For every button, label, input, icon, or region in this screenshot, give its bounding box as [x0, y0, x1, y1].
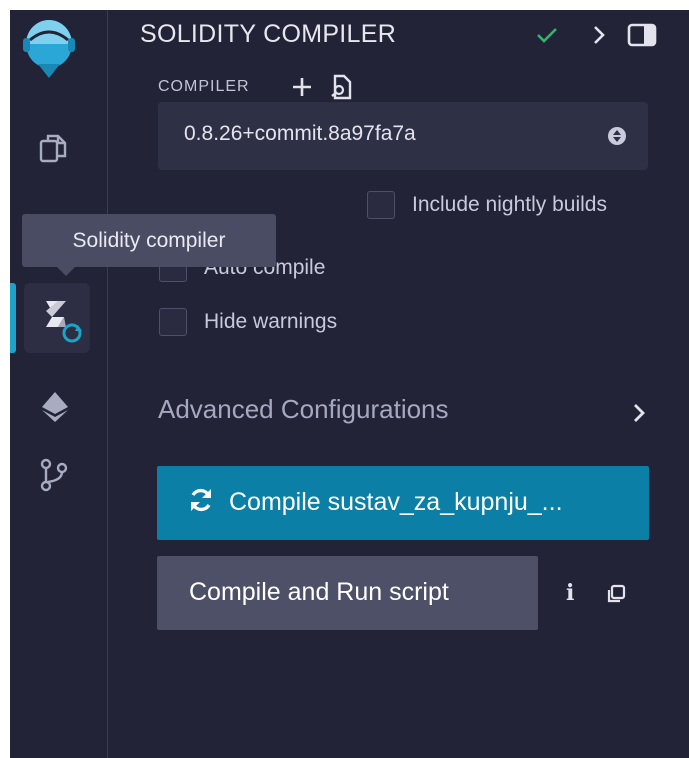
- solidity-compiler-icon: [46, 301, 82, 343]
- refresh-icon: [191, 488, 211, 512]
- compile-and-run-button[interactable]: Compile and Run script: [157, 556, 538, 630]
- advanced-configurations-toggle[interactable]: Advanced Configurations: [158, 394, 449, 425]
- hide-warnings-checkbox[interactable]: [159, 308, 187, 336]
- copy-icon[interactable]: [606, 584, 626, 604]
- tooltip-arrow: [56, 266, 76, 276]
- include-nightly-checkbox[interactable]: [367, 191, 395, 219]
- sidebar-item-solidity-compiler[interactable]: [24, 283, 90, 353]
- remix-logo-icon[interactable]: [20, 16, 78, 80]
- compiler-version-select[interactable]: 0.8.26+commit.8a97fa7a: [158, 102, 648, 170]
- chevron-right-icon[interactable]: [592, 24, 606, 46]
- plus-icon[interactable]: [291, 76, 313, 98]
- chevron-right-icon[interactable]: [632, 402, 646, 424]
- compile-button-label: Compile sustav_za_kupnju_...: [229, 488, 563, 516]
- compile-and-run-label: Compile and Run script: [189, 578, 449, 606]
- check-icon: [537, 28, 557, 43]
- git-icon[interactable]: [38, 458, 70, 492]
- remix-app: Solidity compiler SOLIDITY COMPILER COMP…: [10, 10, 689, 758]
- file-explorer-icon[interactable]: [38, 132, 70, 164]
- icon-sidebar: [10, 10, 108, 758]
- panel-title: SOLIDITY COMPILER: [140, 20, 397, 48]
- info-icon[interactable]: i: [566, 580, 574, 606]
- select-caret-icon: [608, 127, 626, 145]
- compiler-label: COMPILER: [158, 78, 250, 95]
- deploy-run-icon[interactable]: [38, 390, 72, 424]
- compiler-version-value: 0.8.26+commit.8a97fa7a: [184, 122, 416, 145]
- panel-toggle-icon[interactable]: [627, 23, 657, 47]
- tooltip: Solidity compiler: [22, 214, 276, 267]
- include-nightly-label: Include nightly builds: [412, 193, 607, 216]
- compile-button[interactable]: Compile sustav_za_kupnju_...: [157, 466, 649, 540]
- hide-warnings-label: Hide warnings: [204, 310, 338, 333]
- active-indicator: [10, 283, 16, 353]
- load-file-icon[interactable]: [329, 74, 353, 100]
